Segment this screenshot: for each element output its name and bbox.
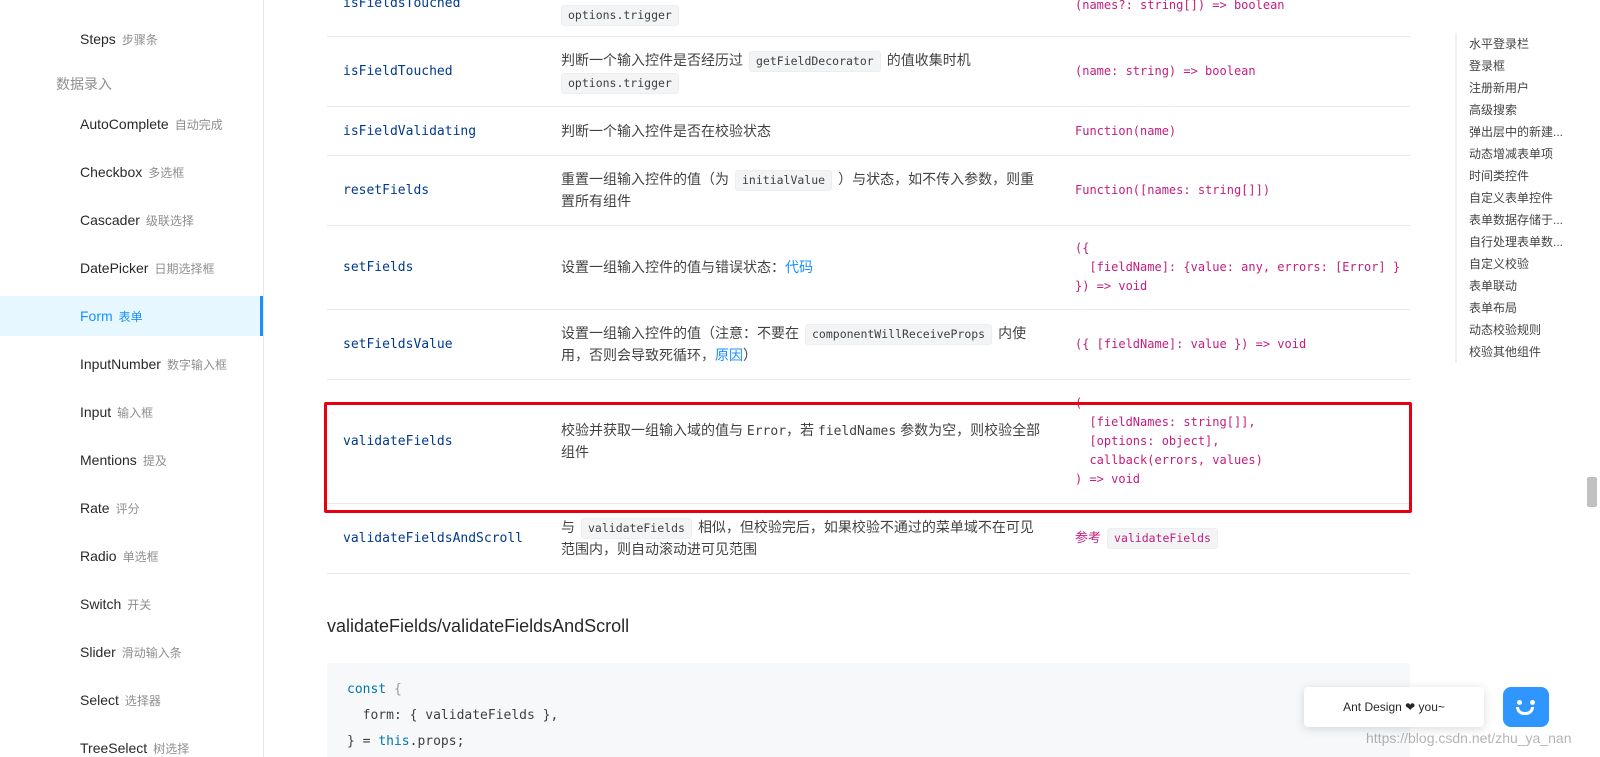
table-row: isFieldValidating 判断一个输入控件是否在校验状态 Functi…	[327, 107, 1410, 156]
api-type: (name: string) => boolean	[1075, 64, 1256, 78]
anchor-item[interactable]: 表单联动	[1469, 275, 1569, 297]
inline-code: componentWillReceiveProps	[805, 324, 993, 345]
chat-bot-icon[interactable]	[1503, 687, 1549, 727]
bot-mouth	[1516, 707, 1534, 715]
anchor-item[interactable]: 时间类控件	[1469, 165, 1569, 187]
api-name: setFieldsValue	[343, 337, 453, 352]
sidebar-item-steps[interactable]: Steps 步骤条	[0, 19, 263, 59]
anchor-item[interactable]: 注册新用户	[1469, 77, 1569, 99]
api-type: ({ [fieldName]: value }) => void	[1075, 337, 1307, 351]
inline-code: options.trigger	[561, 72, 679, 94]
sidebar-group-label: 数据录入	[56, 76, 112, 92]
anchor-item[interactable]: 自行处理表单数...	[1469, 231, 1569, 253]
api-name: setFields	[343, 260, 414, 275]
bot-eye	[1530, 700, 1535, 705]
anchor-item[interactable]: 登录框	[1469, 55, 1569, 77]
sidebar-item-rate[interactable]: Rate 评分	[0, 488, 263, 528]
feedback-toast: Ant Design ❤ you~	[1304, 687, 1484, 727]
api-name: isFieldValidating	[343, 123, 477, 139]
table-row: isFieldsTouched options.trigger (names?:…	[327, 0, 1410, 37]
api-description: 重置一组输入控件的值（为 initialValue ）与状态，如不传入参数，则重置所…	[561, 170, 1035, 209]
api-description: 设置一组输入控件的值与错误状态：代码	[561, 259, 813, 275]
api-description: 设置一组输入控件的值（注意：不要在 componentWillReceivePro…	[561, 324, 1027, 363]
anchor-item[interactable]: 高级搜索	[1469, 99, 1569, 121]
watermark: https://blog.csdn.net/zhu_ya_nan	[1366, 730, 1572, 746]
api-type: ( [fieldNames: string[]], [options: obje…	[1075, 396, 1263, 486]
api-name: resetFields	[343, 183, 430, 198]
sidebar-item-mentions[interactable]: Mentions 提及	[0, 440, 263, 480]
inline-code: validateFields	[581, 518, 692, 539]
inline-code: validateFields	[1107, 528, 1218, 549]
inline-code: initialValue	[735, 170, 833, 191]
sidebar-item-switch[interactable]: Switch 开关	[0, 584, 263, 624]
sidebar-menu: Steps 步骤条 数据录入 AutoComplete 自动完成 Checkbox 多…	[0, 0, 264, 757]
code-block: const { form: { validateFields }, } = th…	[327, 663, 1410, 757]
api-name: validateFields	[343, 434, 453, 449]
api-description: options.trigger	[561, 0, 1041, 36]
sidebar-item-datepicker[interactable]: DatePicker 日期选择框	[0, 248, 263, 288]
inline-code: getFieldDecorator	[749, 50, 881, 72]
anchor-item[interactable]: 表单布局	[1469, 297, 1569, 319]
sidebar-item-form[interactable]: Form 表单	[0, 296, 263, 336]
sidebar-item-slider[interactable]: Slider 滑动输入条	[0, 632, 263, 672]
api-name: validateFieldsAndScroll	[343, 531, 524, 546]
sidebar-item-inputnumber[interactable]: InputNumber 数字输入框	[0, 344, 263, 384]
table-row: resetFields 重置一组输入控件的值（为 initialValue ）与状态…	[327, 156, 1410, 226]
scrollbar-thumb[interactable]	[1587, 477, 1597, 507]
api-name: isFieldTouched	[343, 64, 453, 79]
anchor-item[interactable]: 自定义表单控件	[1469, 187, 1569, 209]
api-description: 与 validateFields 相似，但校验完后，如果校验不通过的菜单域不在可见范…	[561, 518, 1034, 557]
sidebar-item-treeselect[interactable]: TreeSelect 树选择	[0, 728, 263, 757]
sidebar-item-select[interactable]: Select 选择器	[0, 680, 263, 720]
api-type: 参考 validateFields	[1075, 504, 1415, 573]
code-link[interactable]: 代码	[785, 259, 813, 275]
sidebar-item-autocomplete[interactable]: AutoComplete 自动完成	[0, 104, 263, 144]
api-type: (names?: string[]) => boolean	[1075, 0, 1285, 12]
table-row: setFields 设置一组输入控件的值与错误状态：代码 ({ [fieldNa…	[327, 226, 1410, 310]
api-name: isFieldsTouched	[343, 0, 461, 11]
table-row: validateFields 校验并获取一组输入域的值与 Error，若 fie…	[327, 380, 1410, 504]
anchor-nav: 水平登录栏 登录框 注册新用户 高级搜索 弹出层中的新建... 动态增减表单项 …	[1455, 33, 1569, 363]
api-type: Function([names: string[]])	[1075, 183, 1271, 197]
anchor-item[interactable]: 动态增减表单项	[1469, 143, 1569, 165]
bot-eye	[1517, 700, 1522, 705]
table-row: isFieldTouched 判断一个输入控件是否经历过 getFieldDeco…	[327, 37, 1410, 107]
anchor-item[interactable]: 水平登录栏	[1469, 33, 1569, 55]
anchor-item[interactable]: 校验其他组件	[1469, 341, 1569, 363]
sidebar-item-cascader[interactable]: Cascader 级联选择	[0, 200, 263, 240]
sidebar-item-radio[interactable]: Radio 单选框	[0, 536, 263, 576]
api-type: Function(name)	[1075, 123, 1177, 138]
anchor-item[interactable]: 弹出层中的新建...	[1469, 121, 1569, 143]
api-description: 校验并获取一组输入域的值与 Error，若 fieldNames 参数为空，则校…	[561, 422, 1041, 460]
api-type: ({ [fieldName]: {value: any, errors: [Er…	[1075, 241, 1401, 293]
sidebar-item-checkbox[interactable]: Checkbox 多选框	[0, 152, 263, 192]
api-description: 判断一个输入控件是否在校验状态	[561, 122, 771, 139]
anchor-item[interactable]: 表单数据存储于...	[1469, 209, 1569, 231]
table-row: setFieldsValue 设置一组输入控件的值（注意：不要在 componen…	[327, 310, 1410, 380]
anchor-item[interactable]: 自定义校验	[1469, 253, 1569, 275]
table-row: validateFieldsAndScroll 与 validateFields 相…	[327, 504, 1410, 574]
api-description: 判断一个输入控件是否经历过 getFieldDecorator 的值收集时机 opt…	[561, 37, 1041, 106]
sidebar-item-input[interactable]: Input 输入框	[0, 392, 263, 432]
section-title: validateFields/validateFieldsAndScroll	[327, 616, 630, 636]
reason-link[interactable]: 原因	[715, 347, 743, 363]
anchor-item[interactable]: 动态校验规则	[1469, 319, 1569, 341]
inline-code: options.trigger	[561, 5, 679, 26]
